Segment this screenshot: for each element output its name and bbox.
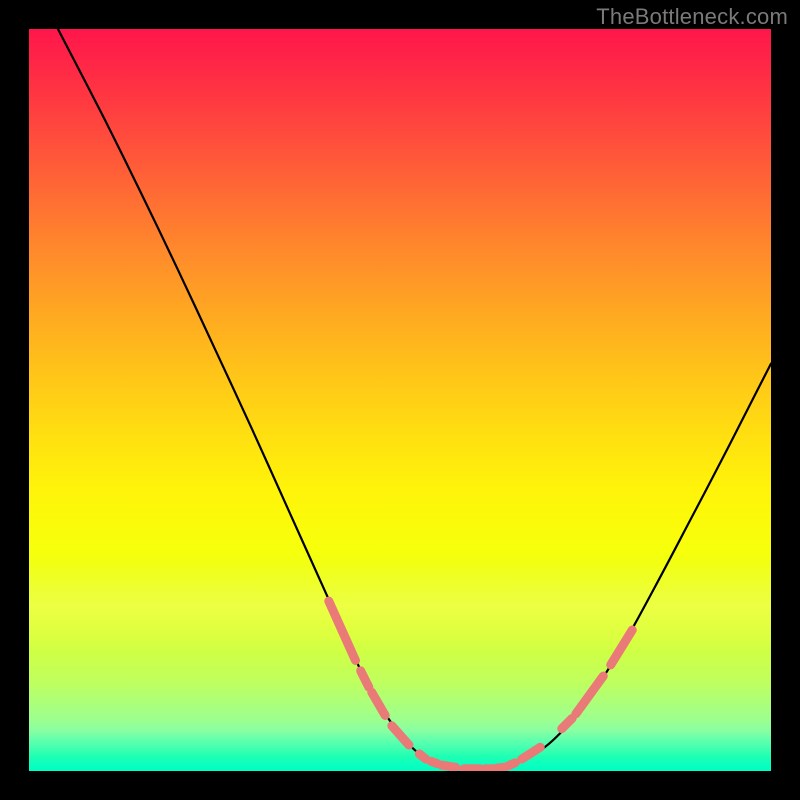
left-dashes-seg-0	[329, 601, 356, 660]
left-dashes-seg-6	[442, 765, 456, 767]
right-dashes-seg-0	[497, 767, 504, 768]
left-dashes-seg-1	[361, 671, 369, 687]
right-curve	[493, 364, 771, 769]
left-curve	[58, 29, 462, 769]
left-curve-path	[58, 29, 462, 769]
left-dashes-seg-5	[431, 761, 437, 763]
left-dashes-seg-4	[419, 754, 426, 759]
right-dashes-seg-4	[576, 676, 603, 714]
right-dashes-seg-2	[522, 747, 541, 759]
right-dashes-seg-1	[508, 763, 515, 766]
right-dashes-seg-5	[611, 630, 633, 665]
right-curve-path	[493, 364, 771, 769]
plot-area	[29, 29, 771, 771]
watermark-text: TheBottleneck.com	[596, 4, 788, 30]
chart-stage: TheBottleneck.com	[0, 0, 800, 800]
right-markers	[497, 630, 632, 768]
left-markers	[329, 601, 494, 769]
right-dashes-seg-3	[562, 718, 572, 728]
left-dashes-seg-3	[392, 726, 409, 745]
left-dashes-seg-2	[372, 692, 385, 715]
chart-svg	[29, 29, 771, 771]
